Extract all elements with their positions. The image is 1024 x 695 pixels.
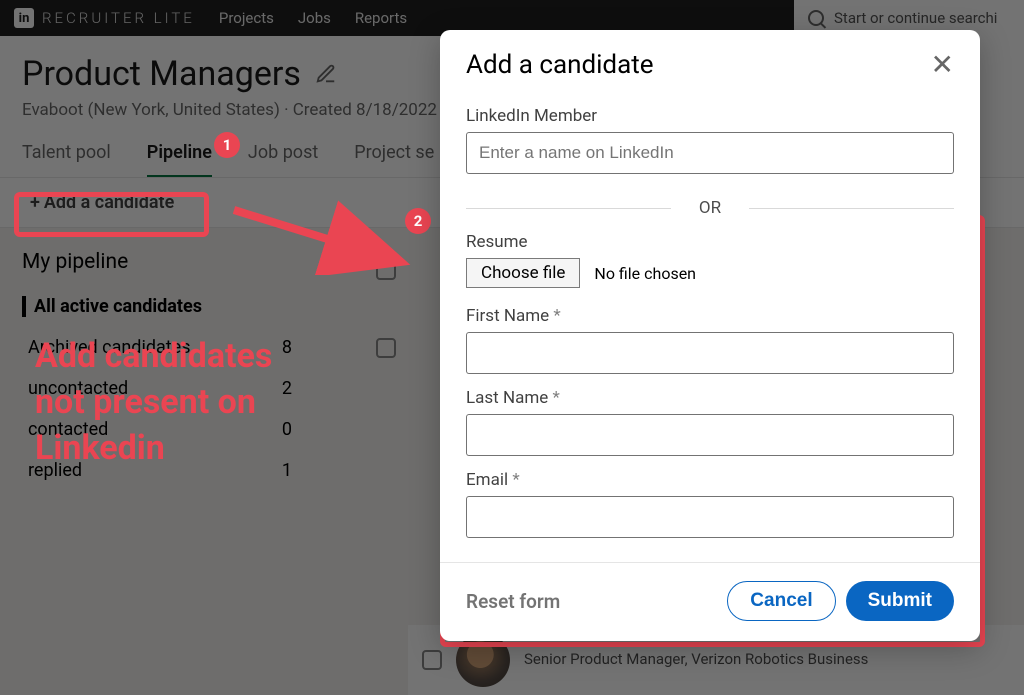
choose-file-button[interactable]: Choose file bbox=[466, 258, 580, 288]
last-name-input[interactable] bbox=[466, 414, 954, 456]
reset-form-button[interactable]: Reset form bbox=[466, 590, 560, 613]
add-candidate-modal: Add a candidate ✕ LinkedIn Member OR Res… bbox=[440, 30, 980, 641]
annotation-text: Add candidatesnot present onLinkedin bbox=[35, 334, 272, 472]
or-divider: OR bbox=[466, 198, 954, 218]
email-input[interactable] bbox=[466, 496, 954, 538]
first-name-input[interactable] bbox=[466, 332, 954, 374]
annotation-badge-1: 1 bbox=[214, 132, 240, 158]
linkedin-member-label: LinkedIn Member bbox=[466, 106, 954, 126]
annotation-badge-2: 2 bbox=[405, 208, 431, 234]
cancel-button[interactable]: Cancel bbox=[727, 581, 835, 621]
submit-button[interactable]: Submit bbox=[846, 581, 954, 621]
annotation-arrow bbox=[220, 190, 420, 275]
modal-title: Add a candidate bbox=[466, 50, 654, 80]
annotation-box-1 bbox=[14, 192, 209, 237]
email-label: Email * bbox=[466, 470, 954, 490]
close-icon[interactable]: ✕ bbox=[931, 51, 954, 79]
last-name-label: Last Name * bbox=[466, 388, 954, 408]
file-status: No file chosen bbox=[594, 264, 696, 283]
linkedin-member-input[interactable] bbox=[466, 132, 954, 174]
resume-label: Resume bbox=[466, 232, 954, 252]
first-name-label: First Name * bbox=[466, 306, 954, 326]
